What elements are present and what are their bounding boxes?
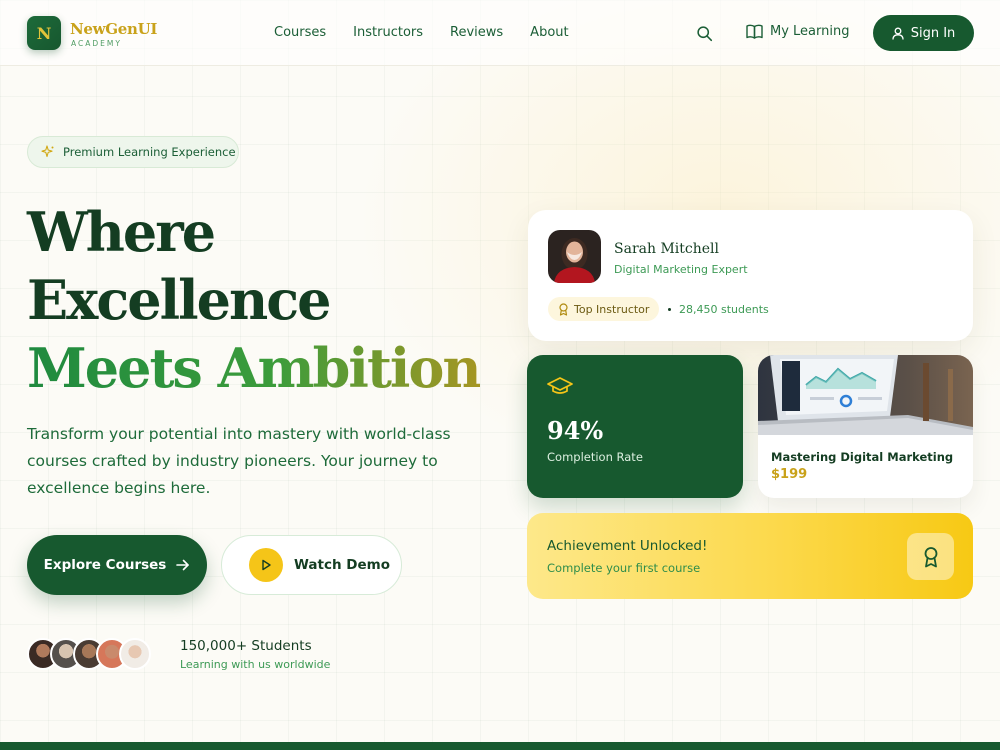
hero-title-line-2: Excellence xyxy=(27,268,331,332)
course-title: Mastering Digital Marketing xyxy=(771,450,954,464)
instructor-students: 28,450 students xyxy=(679,303,769,316)
hero-title-line-1: Where xyxy=(27,200,216,264)
award-icon xyxy=(559,302,568,316)
badge-label: Premium Learning Experience xyxy=(63,145,236,159)
logo-icon[interactable]: N xyxy=(27,16,61,50)
logo-name[interactable]: NewGenUI xyxy=(70,20,157,38)
achievement-title: Achievement Unlocked! xyxy=(547,538,708,554)
top-nav: N NewGenUI ACADEMY Courses Instructors R… xyxy=(0,0,1000,66)
achievement-card: Achievement Unlocked! Complete your firs… xyxy=(527,513,973,599)
hero-title: Where Excellence Meets Ambition xyxy=(27,198,482,402)
completion-label: Completion Rate xyxy=(547,450,643,464)
search-icon[interactable] xyxy=(696,25,713,42)
achievement-subtitle: Complete your first course xyxy=(547,561,701,575)
top-instructor-badge: Top Instructor xyxy=(548,297,660,321)
nav-link-reviews[interactable]: Reviews xyxy=(450,25,503,40)
separator-dot xyxy=(668,308,671,311)
play-icon xyxy=(249,548,283,582)
nav-link-about[interactable]: About xyxy=(530,25,568,40)
logo-letter: N xyxy=(36,23,52,43)
sparkle-icon xyxy=(41,145,54,158)
nav-link-instructors[interactable]: Instructors xyxy=(353,25,423,40)
medal-icon xyxy=(907,533,954,580)
students-count: 150,000+ Students xyxy=(180,638,312,654)
sign-in-label: Sign In xyxy=(910,25,956,41)
my-learning-label: My Learning xyxy=(770,24,850,39)
hero-description: Transform your potential into mastery wi… xyxy=(27,425,451,497)
nav-link-courses[interactable]: Courses xyxy=(274,25,326,40)
completion-value: 94% xyxy=(547,416,604,445)
avatar xyxy=(119,638,151,670)
instructor-role: Digital Marketing Expert xyxy=(614,263,748,276)
arrow-right-icon xyxy=(176,559,190,571)
watch-demo-button[interactable]: Watch Demo xyxy=(221,535,402,595)
premium-badge: Premium Learning Experience xyxy=(27,136,239,168)
logo-subtitle: ACADEMY xyxy=(71,39,122,48)
user-icon xyxy=(892,27,904,40)
course-price: $199 xyxy=(771,467,808,482)
students-subtitle: Learning with us worldwide xyxy=(180,658,331,671)
footer-bar xyxy=(0,742,1000,750)
explore-courses-button[interactable]: Explore Courses xyxy=(27,535,207,595)
graduation-cap-icon xyxy=(547,377,573,394)
completion-card: 94% Completion Rate xyxy=(527,355,743,498)
watch-demo-label: Watch Demo xyxy=(294,557,390,573)
instructor-card[interactable]: Sarah Mitchell Digital Marketing Expert … xyxy=(528,210,973,341)
sign-in-button[interactable]: Sign In xyxy=(873,15,974,51)
instructor-photo xyxy=(548,230,601,283)
course-thumbnail xyxy=(758,355,973,435)
student-avatars xyxy=(27,638,151,670)
explore-courses-label: Explore Courses xyxy=(43,557,167,573)
top-instructor-label: Top Instructor xyxy=(574,302,650,316)
book-icon xyxy=(746,24,763,39)
hero-title-line-3: Meets Ambition xyxy=(27,336,482,400)
my-learning-link[interactable]: My Learning xyxy=(746,24,849,39)
instructor-name: Sarah Mitchell xyxy=(614,241,719,257)
course-card[interactable]: Mastering Digital Marketing $199 xyxy=(758,355,973,498)
nav-links: Courses Instructors Reviews About xyxy=(274,25,596,40)
